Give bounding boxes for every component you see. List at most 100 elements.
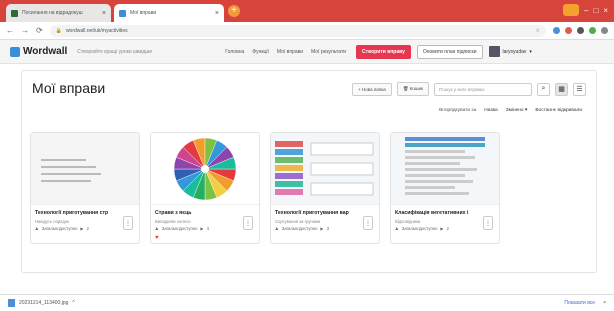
activity-name: Страви з яєць (155, 210, 192, 216)
lock-icon: 🔒 (55, 27, 62, 34)
upgrade-button[interactable]: Оновити план підписки (416, 44, 483, 59)
sort-by-last-opened[interactable]: Востаннє відкривали (535, 108, 582, 113)
activity-thumbnail (151, 133, 259, 205)
text-lines-thumbnail (31, 133, 139, 204)
trash-button[interactable]: 🗑 Кошик (396, 82, 429, 96)
activity-meta: ♟ Загальнодоступно ▶ 2 (395, 226, 449, 231)
card-menu-button[interactable]: ⋮ (363, 216, 373, 230)
heart-icon[interactable]: ♥ (155, 235, 159, 241)
page-title: Мої вправи (32, 80, 106, 96)
card-menu-button[interactable]: ⋮ (483, 216, 493, 230)
activity-thumbnail (271, 133, 379, 205)
activity-name: Технології приготування стр (35, 210, 109, 216)
card-menu-button[interactable]: ⋮ (123, 216, 133, 230)
list-view-button[interactable]: ☰ (573, 82, 586, 96)
activity-name: Класифікація вегетативних і (395, 210, 469, 216)
browser-tab-1[interactable]: Посилання на відрадокуш × (6, 4, 111, 22)
wheel-hub (201, 165, 209, 173)
activity-card[interactable]: Технології приготування стр Навідуть пор… (30, 132, 140, 244)
more-vertical-icon: ⋮ (365, 220, 371, 227)
browser-tab-2[interactable]: Мої вправи × (114, 4, 224, 22)
sort-by-name[interactable]: Назва (484, 108, 497, 113)
new-tab-button[interactable]: + (228, 5, 240, 17)
create-activity-button[interactable]: Створити вправу (356, 44, 411, 59)
avatar (488, 46, 500, 57)
show-all-link[interactable]: Показати все (564, 300, 595, 306)
activity-type: Відповідники (395, 219, 421, 224)
nav-my-results[interactable]: Мої результати (311, 49, 346, 55)
more-vertical-icon: ⋮ (245, 220, 251, 227)
chevron-up-icon[interactable]: ^ (72, 300, 74, 306)
profile-avatar[interactable] (563, 4, 580, 16)
extensions (553, 27, 608, 34)
extension-icon[interactable] (589, 27, 596, 34)
star-icon[interactable]: ☆ (536, 28, 540, 34)
close-icon[interactable]: × (215, 10, 219, 17)
play-icon: ▶ (440, 226, 444, 231)
url-field[interactable]: 🔒 wordwall.net/uk/myactivities ☆ (49, 24, 546, 37)
back-icon[interactable]: ← (6, 26, 14, 35)
file-icon (8, 299, 15, 307)
main-nav: Головна Функції Мої вправи Мої результат… (225, 49, 346, 55)
forward-icon[interactable]: → (21, 26, 29, 35)
nav-home[interactable]: Головна (225, 49, 244, 55)
activity-thumbnail (31, 133, 139, 205)
activity-meta: ♟ Загальнодоступно ▶ 4 (155, 226, 209, 231)
trash-icon: 🗑 (402, 86, 410, 91)
activity-card[interactable]: Класифікація вегетативних і Відповідники… (390, 132, 500, 244)
grid-view-button[interactable]: ▦ (555, 82, 568, 96)
user-icon: ♟ (155, 226, 159, 231)
match-up-thumbnail (391, 133, 499, 204)
download-item[interactable]: 20231214_113400.jpg ^ (8, 299, 75, 307)
sort-by-modified[interactable]: Змінено ▾ (506, 108, 528, 113)
logo-icon (10, 46, 20, 57)
site-header: Wordwall Створюйте кращі уроки швидше Го… (0, 40, 614, 64)
activity-type: Сортування за групами (275, 219, 321, 224)
more-vertical-icon: ⋮ (485, 220, 491, 227)
play-icon: ▶ (320, 226, 324, 231)
list-icon: ☰ (576, 86, 583, 93)
window-controls: – □ × (563, 4, 608, 16)
user-menu[interactable]: larysyudav ▾ (488, 46, 532, 57)
wheel-thumbnail (151, 133, 259, 204)
address-bar-row: ← → ⟳ 🔒 wordwall.net/uk/myactivities ☆ (0, 22, 614, 40)
close-window-icon[interactable]: × (603, 6, 608, 15)
activity-card[interactable]: Страви з яєць Випадкове колесо ♟ Загальн… (150, 132, 260, 244)
search-button[interactable]: ⌕ (537, 82, 550, 96)
search-input[interactable]: Пошук у моїх вправах (434, 82, 532, 96)
minimize-icon[interactable]: – (584, 6, 588, 15)
extension-icon[interactable] (553, 27, 560, 34)
card-menu-button[interactable]: ⋮ (243, 216, 253, 230)
play-icon: ▶ (200, 226, 204, 231)
reload-icon[interactable]: ⟳ (36, 26, 43, 35)
close-icon[interactable]: × (603, 300, 606, 306)
browser-tab-strip: Посилання на відрадокуш × Мої вправи × +… (0, 0, 614, 22)
maximize-icon[interactable]: □ (593, 6, 598, 15)
new-folder-button[interactable]: + Нова папка (352, 82, 392, 96)
tab-title: Мої вправи (130, 10, 157, 16)
activities-panel: Мої вправи + Нова папка 🗑 Кошик Пошук у … (21, 70, 597, 273)
puzzle-icon[interactable] (577, 27, 584, 34)
group-sort-thumbnail (271, 133, 379, 204)
more-vertical-icon: ⋮ (125, 220, 131, 227)
extension-icon[interactable] (565, 27, 572, 34)
play-icon: ▶ (80, 226, 84, 231)
nav-my-activities[interactable]: Мої вправи (277, 49, 303, 55)
activity-thumbnail (391, 133, 499, 205)
activity-cards: Технології приготування стр Навідуть пор… (30, 132, 500, 244)
activity-name: Технології приготування вар (275, 210, 349, 216)
download-bar: 20231214_113400.jpg ^ Показати все × (0, 294, 614, 311)
tab-favicon-icon (119, 9, 126, 17)
search-icon: ⌕ (541, 85, 546, 92)
menu-icon[interactable] (601, 27, 608, 34)
nav-features[interactable]: Функції (252, 49, 269, 55)
tab-favicon-icon (11, 9, 18, 17)
site-slogan: Створюйте кращі уроки швидше (77, 48, 153, 55)
user-icon: ♟ (395, 226, 399, 231)
tab-title: Посилання на відрадокуш (22, 10, 83, 16)
site-logo[interactable]: Wordwall (10, 46, 67, 57)
close-icon[interactable]: × (102, 10, 106, 17)
sort-row: Впорядкувати за Назва Змінено ▾ Востаннє… (439, 108, 582, 113)
activity-card[interactable]: Технології приготування вар Сортування з… (270, 132, 380, 244)
activity-meta: ♟ Загальнодоступно ▶ 3 (275, 226, 329, 231)
